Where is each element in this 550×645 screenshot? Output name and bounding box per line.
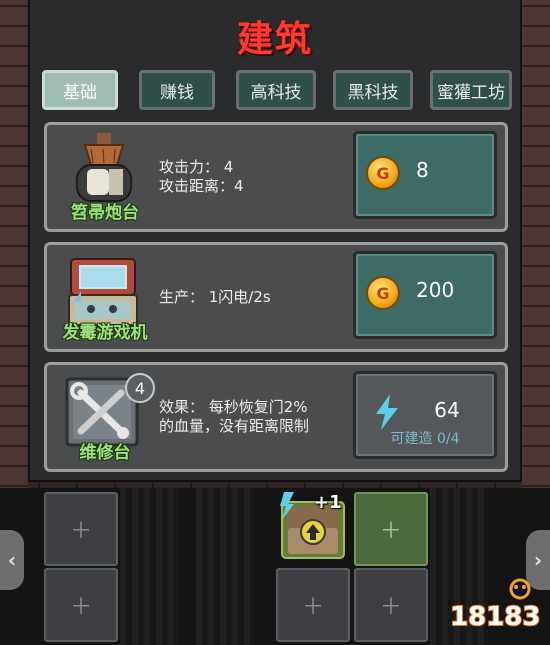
floor-pillar [196,488,254,645]
building-stats: 生产： 1闪电/2s [159,245,349,349]
cost-value: 200 [416,278,455,302]
plus-icon: ＋ [379,595,402,620]
cost-value: 8 [416,158,429,182]
building-card-moldy-console: 发霉游戏机 生产： 1闪电/2s G 200 [44,242,508,352]
bonus-label: +1 [314,492,342,513]
stat-line: 的血量，没有距离限制 [159,417,310,435]
stat-line: 效果： 每秒恢复门2% [159,398,308,416]
build-dialog: 建筑 基础 赚钱 高科技 黑科技 蜜獾工坊 笤帚炮台 攻击力： 4 攻击距离：4 [28,0,522,482]
building-card-broom-turret: 笤帚炮台 攻击力： 4 攻击距离：4 G 8 [44,122,508,232]
gold-coin-icon: G [366,276,400,310]
gold-coin-icon: G [366,156,400,190]
tab-honey-badger-workshop[interactable]: 蜜獾工坊 [430,70,512,110]
building-name: 维修台 [79,443,131,463]
watermark-logo: 18183 [449,575,541,635]
tab-basic[interactable]: 基础 [42,70,118,110]
cost-value: 64 [434,398,460,422]
build-slot[interactable]: ＋ [276,568,350,642]
buy-broom-turret-button[interactable]: G 8 [353,131,497,219]
stat-line: 生产： 1闪电/2s [159,287,271,306]
stat-line: 攻击力： 4 [159,158,234,176]
building-name: 笤帚炮台 [71,203,139,223]
buy-repair-bench-button[interactable]: 64 可建造 0/4 [353,371,497,459]
plus-icon: ＋ [379,519,402,544]
svg-text:18183: 18183 [450,602,540,632]
dialog-title: 建筑 [236,19,313,60]
building-stats: 效果： 每秒恢复门2% 的血量，没有距离限制 [159,365,349,469]
tab-black-tech[interactable]: 黑科技 [333,70,413,110]
build-limit: 可建造 0/4 [390,431,460,447]
build-slot[interactable]: ＋ [44,492,118,566]
building-card-repair-bench: 4 维修台 效果： 每秒恢复门2% 的血量，没有距离限制 64 可建造 0/4 [44,362,508,472]
building-name: 发霉游戏机 [62,323,148,343]
build-slot-available[interactable]: ＋ [354,492,428,566]
plus-icon: ＋ [69,519,92,544]
category-tabs: 基础 赚钱 高科技 黑科技 蜜獾工坊 [42,70,512,110]
build-slot[interactable]: ＋ [354,568,428,642]
floor-pillar [120,488,178,645]
tab-money[interactable]: 赚钱 [139,70,215,110]
buy-moldy-console-button[interactable]: G 200 [353,251,497,339]
building-stats: 攻击力： 4 攻击距离：4 [159,125,349,229]
18183-logo-icon: 18183 [449,578,541,633]
scroll-left-arrow[interactable]: ‹ [0,530,24,590]
stat-line: 攻击距离：4 [159,177,244,195]
count-badge: 4 [125,373,155,403]
build-slot[interactable]: ＋ [44,568,118,642]
lightning-icon [376,394,398,430]
plus-icon: ＋ [301,595,324,620]
plus-icon: ＋ [69,595,92,620]
tab-high-tech[interactable]: 高科技 [236,70,316,110]
